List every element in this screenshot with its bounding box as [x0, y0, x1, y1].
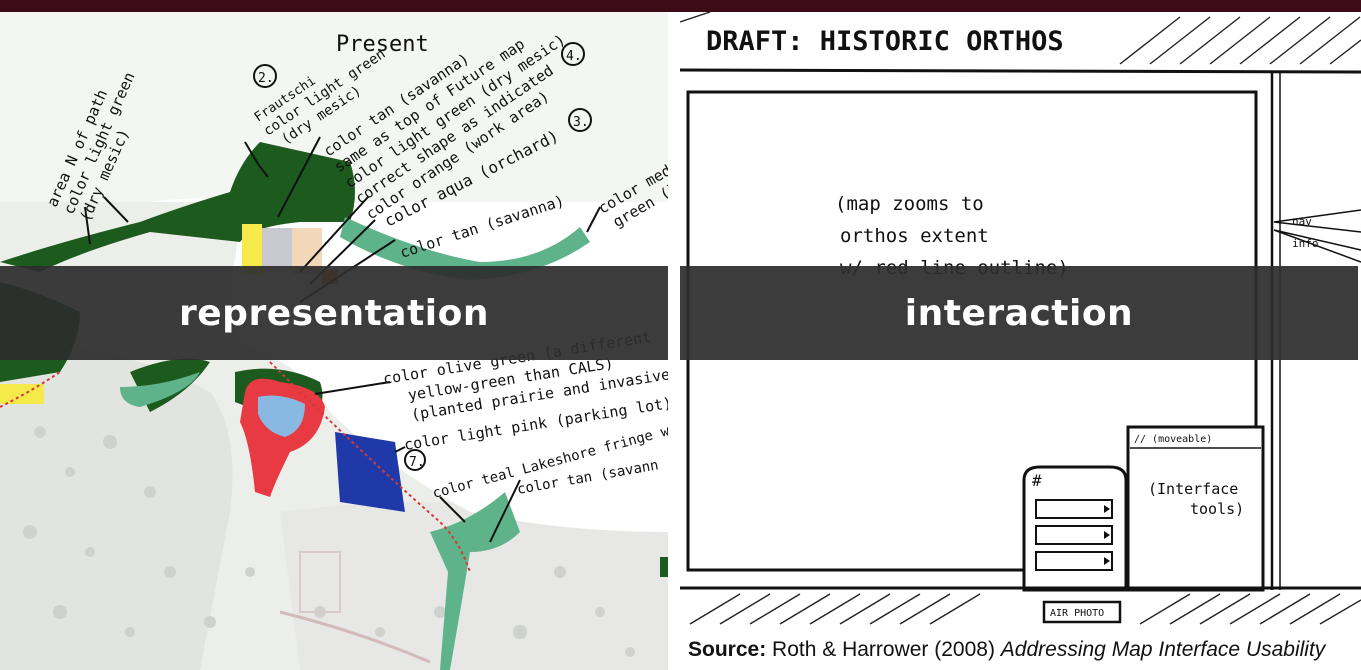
marker-4: 4.	[566, 49, 582, 64]
source-author: Roth & Harrower (2008)	[772, 638, 995, 661]
source-citation: Source: Roth & Harrower (2008) Addressin…	[688, 638, 1361, 668]
representation-label: representation	[0, 266, 668, 360]
source-label: Source:	[688, 638, 767, 661]
list-widget-header: #	[1032, 471, 1042, 490]
marker-2: 2.	[258, 71, 274, 86]
source-title: Addressing Map Interface Usability	[1000, 638, 1326, 661]
moveable-panel-header: // (moveable)	[1134, 434, 1212, 445]
list-item[interactable]	[1035, 525, 1113, 545]
top-bar	[0, 0, 1361, 12]
marker-7: 7.	[409, 455, 425, 470]
footer-hatch	[689, 593, 1361, 625]
nav-tab[interactable]: nav	[1292, 215, 1312, 228]
panel-text-2: tools)	[1190, 500, 1244, 518]
interaction-label: interaction	[680, 266, 1358, 360]
air-photo-label: AIR PHOTO	[1050, 608, 1104, 619]
list-item[interactable]	[1035, 551, 1113, 571]
marker-3: 3.	[573, 115, 589, 130]
info-tab[interactable]: info	[1292, 237, 1319, 250]
panel-text-1: (Interface	[1148, 480, 1238, 498]
map-note-2: orthos extent	[840, 225, 989, 247]
list-item[interactable]	[1035, 499, 1113, 519]
sketch-title: DRAFT: HISTORIC ORTHOS	[706, 26, 1064, 57]
map-note-1: (map zooms to	[835, 193, 984, 215]
